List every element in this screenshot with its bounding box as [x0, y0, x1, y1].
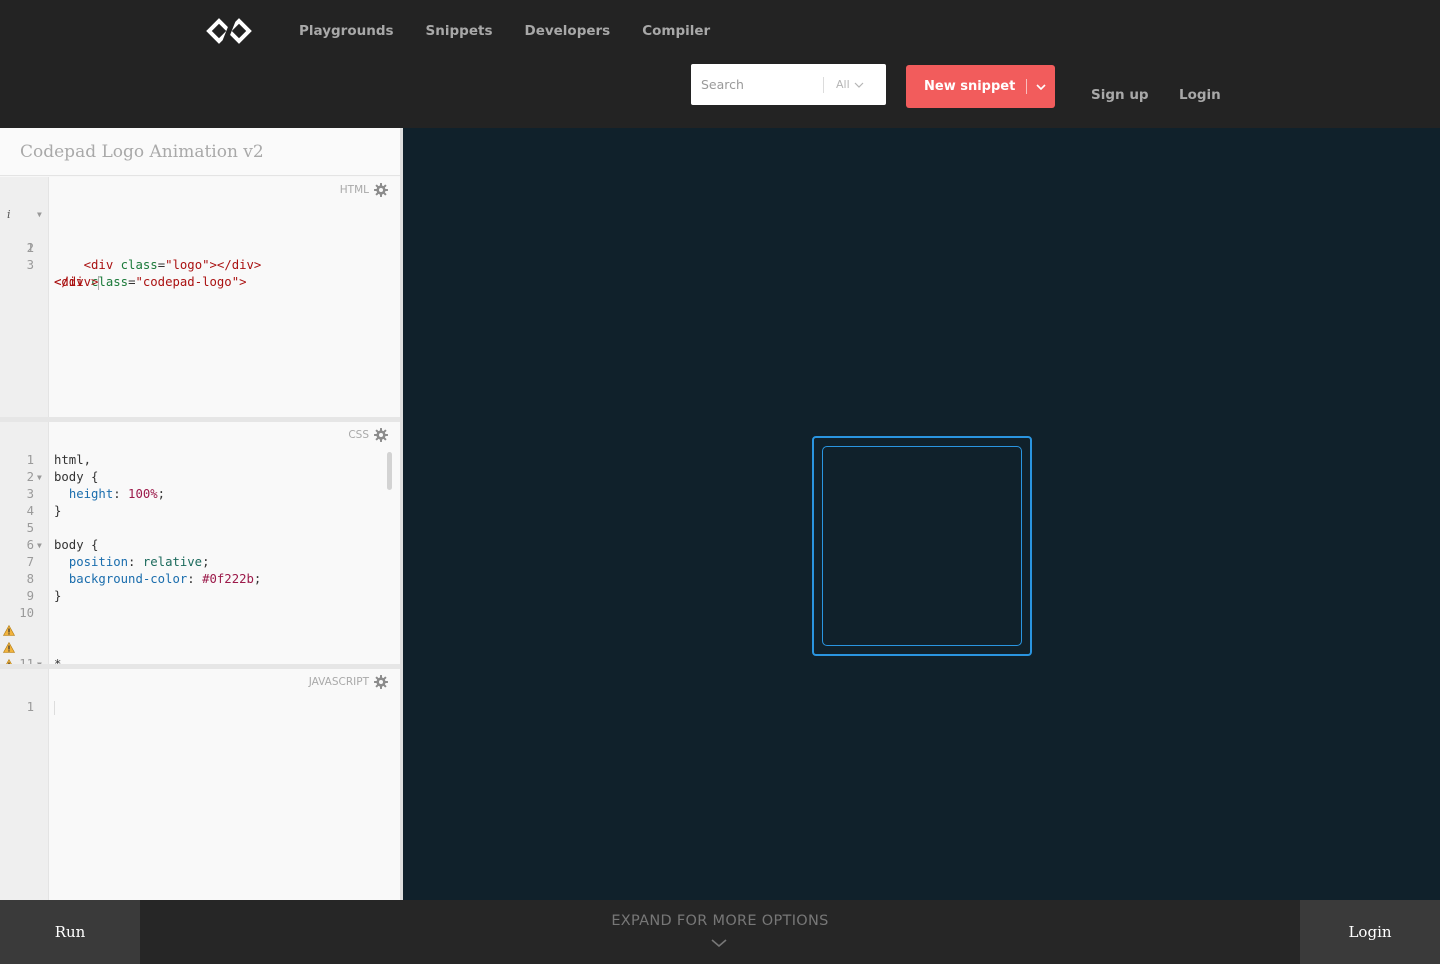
- fold-arrow-icon[interactable]: ▼: [37, 537, 42, 554]
- code-line: 3 height: 100%;: [26, 487, 166, 501]
- code-line: 10: [19, 606, 34, 620]
- chevron-down-icon: [854, 82, 864, 88]
- html-code[interactable]: i 1 ▼ <div class="codepad-logo"> 2 <div …: [0, 206, 400, 290]
- search-input[interactable]: [691, 64, 823, 105]
- snippet-title[interactable]: Codepad Logo Animation v2: [20, 142, 264, 162]
- code-line: 2 ▼ body {: [26, 469, 99, 486]
- fold-arrow-icon[interactable]: ▼: [37, 206, 42, 223]
- logo-inner-square: [822, 446, 1022, 646]
- html-pane-label: HTML: [339, 184, 369, 196]
- signup-link[interactable]: Sign up: [1091, 87, 1149, 103]
- fold-arrow-icon[interactable]: ▼: [37, 469, 42, 486]
- code-line: 9}: [26, 589, 62, 603]
- bottom-bar: Run EXPAND FOR MORE OPTIONS Login: [0, 900, 1440, 964]
- code-line: 11 *,: [0, 622, 380, 664]
- code-line: 7 position: relative;: [26, 555, 210, 569]
- expand-options-toggle[interactable]: EXPAND FOR MORE OPTIONS: [560, 913, 880, 929]
- code-line: i 1 ▼ <div class="codepad-logo">: [7, 206, 247, 289]
- run-button[interactable]: Run: [0, 900, 140, 964]
- html-pane[interactable]: HTML i 1 ▼ <div class="codepad-logo"> 2 …: [0, 177, 400, 417]
- editor-column: Codepad Logo Animation v2 HTML i 1 ▼ <di…: [0, 128, 403, 900]
- css-pane-header: CSS: [348, 428, 388, 442]
- nav-playgrounds[interactable]: Playgrounds: [299, 22, 394, 40]
- footer-login-button[interactable]: Login: [1300, 900, 1440, 964]
- info-icon: i: [7, 208, 11, 221]
- nav-compiler[interactable]: Compiler: [642, 22, 710, 40]
- js-pane-label: JAVASCRIPT: [308, 676, 369, 688]
- new-snippet-button[interactable]: New snippet: [906, 65, 1055, 108]
- search-filter-dropdown[interactable]: All: [824, 78, 864, 91]
- js-code[interactable]: 1: [0, 699, 400, 716]
- code-line: 6 ▼ body {: [26, 537, 99, 554]
- code-line: 8 background-color: #0f222b;: [26, 572, 262, 586]
- nav-developers[interactable]: Developers: [524, 22, 610, 40]
- new-snippet-dropdown[interactable]: [1027, 83, 1055, 90]
- css-pane-label: CSS: [348, 429, 369, 441]
- warning-icon[interactable]: [3, 625, 15, 636]
- code-line: 4}: [26, 504, 62, 518]
- code-line: 3 </div>: [26, 258, 100, 290]
- gear-icon[interactable]: [374, 675, 388, 689]
- search-filter-label: All: [836, 78, 850, 91]
- top-header: Playgrounds Snippets Developers Compiler…: [0, 0, 1440, 128]
- codepad-logo-icon[interactable]: [206, 18, 252, 44]
- code-line: 1 html,: [26, 453, 92, 467]
- css-pane[interactable]: CSS 1 html, 2 ▼ body { 3 height: 100%; 4} 5…: [0, 422, 400, 664]
- chevron-down-icon: [1036, 83, 1046, 90]
- fold-arrow-icon[interactable]: ▼: [37, 656, 42, 664]
- js-pane-header: JAVASCRIPT: [309, 675, 388, 689]
- css-scrollbar[interactable]: [387, 452, 392, 490]
- gear-icon[interactable]: [374, 428, 388, 442]
- chevron-down-icon[interactable]: [711, 939, 727, 947]
- gear-icon[interactable]: [374, 183, 388, 197]
- warning-icon[interactable]: [3, 642, 15, 653]
- snippet-title-bar: Codepad Logo Animation v2: [0, 128, 400, 176]
- html-pane-header: HTML: [340, 183, 388, 197]
- new-snippet-label: New snippet: [924, 79, 1016, 94]
- preview-frame[interactable]: [403, 128, 1440, 900]
- codepad-logo-preview: [812, 436, 1032, 656]
- code-line: 2 <div class="logo"></div>: [26, 241, 262, 272]
- nav-snippets[interactable]: Snippets: [426, 22, 493, 40]
- main-nav: Playgrounds Snippets Developers Compiler: [299, 22, 710, 40]
- code-line: 1: [0, 699, 400, 716]
- login-link[interactable]: Login: [1179, 87, 1221, 103]
- code-line: 13▼*::after {: [0, 656, 380, 664]
- code-line: 12*::before,: [0, 639, 380, 656]
- css-code[interactable]: 1 html, 2 ▼ body { 3 height: 100%; 4} 5 6 ▼ b…: [0, 452, 380, 664]
- js-pane[interactable]: JAVASCRIPT 1: [0, 669, 400, 900]
- code-line: 5: [26, 521, 34, 535]
- search-box: All: [691, 64, 886, 105]
